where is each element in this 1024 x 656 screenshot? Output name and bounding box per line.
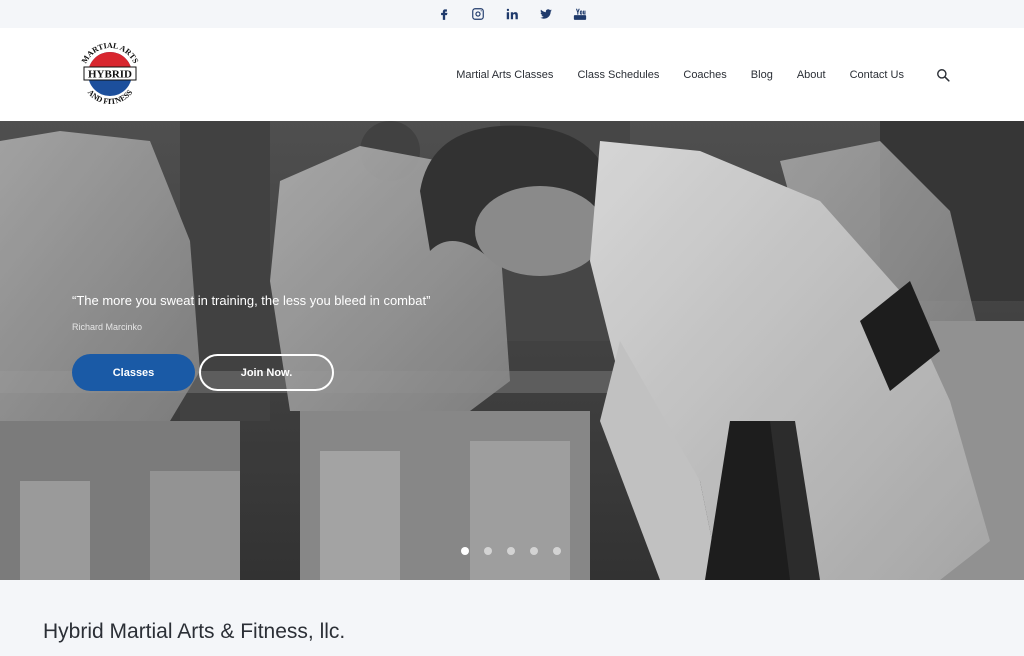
main-nav: Martial Arts Classes Class Schedules Coa… bbox=[432, 28, 950, 121]
instagram-icon[interactable] bbox=[469, 5, 487, 23]
linkedin-icon[interactable] bbox=[503, 5, 521, 23]
slider-dot[interactable] bbox=[507, 547, 515, 555]
slider-dot[interactable] bbox=[530, 547, 538, 555]
nav-item-coaches[interactable]: Coaches bbox=[683, 69, 726, 81]
social-bar bbox=[0, 0, 1024, 28]
nav-item-martial-arts-classes[interactable]: Martial Arts Classes bbox=[456, 69, 553, 81]
twitter-icon[interactable] bbox=[537, 5, 555, 23]
company-name-heading: Hybrid Martial Arts & Fitness, llc. bbox=[43, 620, 346, 643]
hero-quote-author: Richard Marcinko bbox=[72, 322, 143, 332]
join-now-button[interactable]: Join Now. bbox=[199, 354, 334, 391]
youtube-icon[interactable] bbox=[571, 5, 589, 23]
hero-quote: “The more you sweat in training, the les… bbox=[72, 293, 431, 308]
nav-item-blog[interactable]: Blog bbox=[751, 69, 773, 81]
search-icon[interactable] bbox=[936, 68, 950, 82]
site-header: HYBRID MARTIAL ARTS AND FITNESS Martial … bbox=[0, 28, 1024, 121]
nav-item-about[interactable]: About bbox=[797, 69, 826, 81]
classes-button[interactable]: Classes bbox=[72, 354, 195, 391]
slider-dot[interactable] bbox=[484, 547, 492, 555]
facebook-icon[interactable] bbox=[435, 5, 453, 23]
hero-background-image bbox=[0, 121, 1024, 580]
nav-item-contact-us[interactable]: Contact Us bbox=[850, 69, 904, 81]
hero-slider: “The more you sweat in training, the les… bbox=[0, 121, 1024, 580]
slider-dot[interactable] bbox=[553, 547, 561, 555]
slider-dot[interactable] bbox=[461, 547, 469, 555]
nav-item-class-schedules[interactable]: Class Schedules bbox=[577, 69, 659, 81]
site-logo[interactable]: HYBRID MARTIAL ARTS AND FITNESS bbox=[74, 38, 146, 110]
logo-middle-text: HYBRID bbox=[88, 69, 132, 81]
slider-pagination bbox=[461, 547, 561, 555]
